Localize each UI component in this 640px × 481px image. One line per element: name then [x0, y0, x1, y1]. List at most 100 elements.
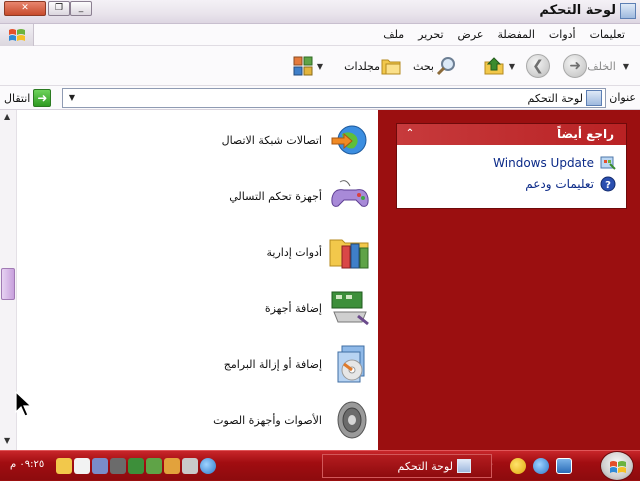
- show-desktop-icon[interactable]: [556, 458, 572, 474]
- item-label: اتصالات شبكة الاتصال: [221, 133, 322, 147]
- item-game-controllers[interactable]: أجهزة تحكم التسالي: [229, 174, 374, 218]
- tray-shield-icon[interactable]: [146, 458, 162, 474]
- forward-arrow-icon: ❮: [526, 54, 550, 78]
- menu-help[interactable]: تعليمات: [583, 28, 632, 41]
- back-button[interactable]: ➜ الخلف ▼: [563, 52, 632, 80]
- forward-dropdown[interactable]: ▼: [506, 52, 518, 80]
- minimize-button[interactable]: _: [70, 1, 92, 16]
- control-panel-icon: [620, 3, 636, 19]
- tray-star-icon[interactable]: [56, 458, 72, 474]
- control-panel-small-icon: [586, 90, 602, 106]
- go-label: انتقال: [4, 91, 31, 105]
- taskbar-window-button[interactable]: لوحة التحكم: [322, 454, 492, 478]
- item-label: أدوات إدارية: [266, 245, 322, 259]
- back-arrow-icon: ➜: [563, 54, 588, 78]
- address-bar: عنوان لوحة التحكم ▼ انتقال ➜: [0, 86, 640, 110]
- start-button[interactable]: [600, 451, 634, 481]
- item-network-connections[interactable]: اتصالات شبكة الاتصال: [222, 118, 374, 162]
- item-sounds[interactable]: الأصوات وأجهزة الصوت: [213, 398, 374, 442]
- maximize-button[interactable]: ❐: [48, 1, 70, 16]
- views-dropdown-icon: ▼: [316, 61, 323, 71]
- menu-bar: ملف تحرير عرض المفضلة أدوات تعليمات: [0, 24, 640, 46]
- sounds-icon: [326, 398, 374, 442]
- see-also-panel: راجع أيضاً ⌃ Windows Update ? تعليمات ود…: [396, 123, 627, 209]
- scroll-up-icon[interactable]: ▲: [4, 112, 10, 121]
- tray-hardware-icon[interactable]: [128, 458, 144, 474]
- tray-printer-icon[interactable]: [182, 458, 198, 474]
- mouse-pointer-icon: [15, 390, 33, 417]
- task-pane: راجع أيضاً ⌃ Windows Update ? تعليمات ود…: [378, 110, 640, 450]
- menu-view[interactable]: عرض: [451, 28, 491, 41]
- windows-update-link[interactable]: Windows Update: [493, 156, 594, 170]
- game-controllers-icon: [326, 174, 374, 218]
- folders-icon: [381, 59, 401, 75]
- item-label: إضافة أجهزة: [264, 301, 322, 315]
- views-icon: [293, 56, 313, 76]
- taskbar: › لوحة التحكم ٠٩:٢٥ م: [0, 450, 640, 481]
- maximize-icon: ❐: [54, 3, 64, 13]
- window-title: لوحة التحكم: [539, 3, 616, 18]
- tray-folder-icon[interactable]: [164, 458, 180, 474]
- collapse-chevron-icon[interactable]: ⌃: [403, 127, 417, 141]
- minimize-icon: _: [78, 3, 84, 13]
- administrative-tools-icon: [326, 230, 374, 274]
- tray-document-icon[interactable]: [74, 458, 90, 474]
- item-add-hardware[interactable]: إضافة أجهزة: [265, 286, 374, 330]
- item-label: إضافة أو إزالة البرامج: [223, 357, 322, 371]
- up-folder-icon: [484, 57, 504, 75]
- go-arrow-icon: ➜: [33, 89, 52, 107]
- add-hardware-icon: [326, 286, 374, 330]
- menu-edit[interactable]: تحرير: [411, 28, 450, 41]
- back-label: الخلف: [587, 59, 616, 73]
- item-label: الأصوات وأجهزة الصوت: [213, 413, 322, 427]
- address-value: لوحة التحكم: [527, 92, 583, 105]
- forward-button[interactable]: ❮: [526, 52, 550, 80]
- item-add-remove-programs[interactable]: إضافة أو إزالة البرامج: [224, 342, 374, 386]
- search-label: بحث: [413, 59, 434, 73]
- tray-network-icon[interactable]: [200, 458, 216, 474]
- link-help-support[interactable]: ? تعليمات ودعم: [525, 175, 616, 193]
- forward-dropdown-icon: ▼: [508, 61, 515, 71]
- scroll-down-icon[interactable]: ▼: [4, 436, 10, 445]
- views-button[interactable]: ▼: [292, 52, 326, 80]
- up-folder-button[interactable]: [482, 52, 506, 80]
- go-button[interactable]: انتقال ➜: [4, 89, 52, 107]
- tray-display-icon[interactable]: [92, 458, 108, 474]
- close-icon: ✕: [21, 3, 29, 13]
- tray-tools-icon[interactable]: [110, 458, 126, 474]
- menu-file[interactable]: ملف: [376, 28, 411, 41]
- windows-update-icon: [600, 156, 616, 170]
- see-also-title: راجع أيضاً: [557, 127, 614, 141]
- close-button[interactable]: ✕: [4, 1, 46, 16]
- folders-button[interactable]: مجلدات: [344, 52, 406, 80]
- network-connections-icon: [326, 118, 374, 162]
- address-label: عنوان: [609, 91, 636, 104]
- search-button[interactable]: بحث: [413, 52, 462, 80]
- control-panel-window: ✕ ❐ _ لوحة التحكم ملف تحرير عرض المفضلة …: [0, 0, 640, 450]
- see-also-header[interactable]: راجع أيضاً ⌃: [397, 124, 626, 145]
- internet-explorer-icon[interactable]: [533, 458, 549, 474]
- link-windows-update[interactable]: Windows Update: [493, 154, 616, 172]
- back-dropdown-icon[interactable]: ▼: [623, 62, 629, 71]
- windows-logo-icon: [610, 461, 626, 473]
- content-pane: ▲ ▼ اتصالات شبكة الاتصال أجهزة تحكم التس…: [0, 110, 378, 450]
- menu-tools[interactable]: أدوات: [542, 28, 583, 41]
- address-input[interactable]: لوحة التحكم ▼: [62, 88, 606, 108]
- item-label: أجهزة تحكم التسالي: [229, 189, 322, 203]
- help-support-link[interactable]: تعليمات ودعم: [525, 177, 594, 191]
- item-administrative-tools[interactable]: أدوات إدارية: [267, 230, 374, 274]
- toolbar: ➜ الخلف ▼ ❮ ▼ بحث مجلدات ▼: [0, 46, 640, 86]
- taskbar-window-label: لوحة التحكم: [397, 459, 453, 473]
- title-bar[interactable]: ✕ ❐ _ لوحة التحكم: [0, 0, 640, 24]
- add-remove-programs-icon: [326, 342, 374, 386]
- help-icon: ?: [600, 176, 616, 192]
- menu-favorites[interactable]: المفضلة: [490, 28, 541, 41]
- messenger-icon[interactable]: [510, 458, 526, 474]
- windows-flag-icon: [0, 24, 34, 46]
- address-dropdown-icon[interactable]: ▼: [63, 89, 81, 107]
- control-panel-taskbar-icon: [457, 459, 471, 473]
- clock: ٠٩:٢٥ م: [10, 459, 45, 470]
- svg-text:?: ?: [605, 180, 611, 191]
- search-icon: [436, 57, 455, 76]
- scroll-thumb[interactable]: [1, 268, 15, 300]
